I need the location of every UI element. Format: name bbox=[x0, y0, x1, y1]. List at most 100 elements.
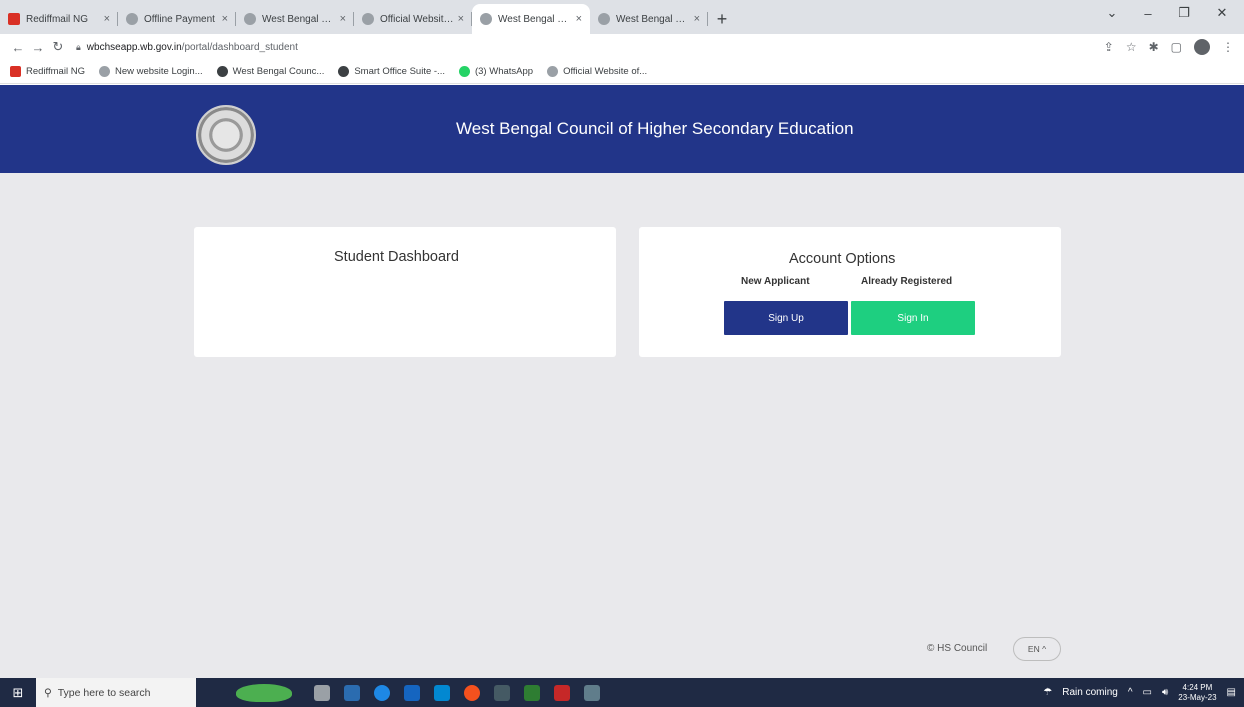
lock-icon: 🔒︎ bbox=[76, 41, 81, 52]
clock-date: 23-May-23 bbox=[1178, 692, 1217, 702]
close-icon[interactable]: × bbox=[694, 13, 700, 25]
file-explorer-icon[interactable] bbox=[344, 684, 360, 701]
language-selector[interactable]: EN ^ bbox=[1013, 637, 1061, 661]
new-applicant-label: New Applicant bbox=[741, 276, 810, 287]
bookmark-west-bengal-council[interactable]: West Bengal Counc... bbox=[216, 66, 324, 77]
header-banner: West Bengal Council of Higher Secondary … bbox=[0, 85, 1244, 173]
notifications-icon[interactable]: ▤ bbox=[1227, 687, 1236, 698]
system-tray: ☂ Rain coming ^ ▭ 🔊︎ 4:24 PM 23-May-23 ▤ bbox=[1043, 678, 1244, 707]
globe-icon bbox=[126, 13, 138, 25]
close-icon[interactable]: × bbox=[340, 13, 346, 25]
network-icon[interactable]: ▭ bbox=[1143, 687, 1152, 698]
globe-icon bbox=[244, 13, 256, 25]
already-registered-label: Already Registered bbox=[861, 276, 953, 287]
windows-taskbar: ⊞ ⚲ Type here to search ☂ Rain coming ^ … bbox=[0, 678, 1244, 707]
url-path: /portal/dashboard_student bbox=[181, 41, 298, 53]
bookmark-label: Official Website of... bbox=[563, 66, 648, 77]
app-icon[interactable] bbox=[494, 684, 510, 701]
bookmark-label: Smart Office Suite -... bbox=[354, 66, 445, 77]
app-icon[interactable] bbox=[584, 684, 600, 701]
profile-avatar[interactable] bbox=[1194, 39, 1210, 55]
banner-title: West Bengal Council of Higher Secondary … bbox=[456, 119, 854, 138]
tab-title: Offline Payment bbox=[144, 13, 215, 25]
reload-icon[interactable]: ↻ bbox=[48, 39, 68, 55]
minimize-icon[interactable]: – bbox=[1130, 0, 1166, 26]
search-icon: ⚲ bbox=[44, 686, 52, 699]
taskbar-clock[interactable]: 4:24 PM 23-May-23 bbox=[1178, 683, 1216, 703]
bookmark-official-website[interactable]: Official Website of... bbox=[547, 66, 647, 77]
web-icon bbox=[216, 66, 228, 77]
new-tab-button[interactable]: + bbox=[708, 4, 736, 34]
bookmark-smart-office[interactable]: Smart Office Suite -... bbox=[338, 66, 445, 77]
weather-icon: ☂ bbox=[1043, 687, 1053, 698]
tab-title: Official Website of West Beng bbox=[380, 13, 454, 25]
tab-rediffmail[interactable]: Rediffmail NG × bbox=[0, 4, 118, 34]
excel-icon[interactable] bbox=[524, 684, 540, 701]
store-icon[interactable] bbox=[404, 684, 420, 701]
bookmark-whatsapp[interactable]: (3) WhatsApp bbox=[458, 66, 534, 77]
weather-text[interactable]: Rain coming bbox=[1062, 687, 1118, 698]
task-view-icon[interactable] bbox=[314, 684, 330, 701]
windows-start-icon[interactable]: ⊞ bbox=[0, 678, 36, 707]
bookmark-rediffmail[interactable]: Rediffmail NG bbox=[10, 66, 85, 77]
volume-icon[interactable]: 🔊︎ bbox=[1162, 687, 1168, 698]
tab-title: West Bengal Council of High bbox=[262, 13, 336, 25]
globe-icon bbox=[98, 66, 110, 77]
taskbar-search-placeholder: Type here to search bbox=[57, 686, 151, 699]
browser-tab-strip: Rediffmail NG × Offline Payment × West B… bbox=[0, 0, 1244, 34]
extensions-icon[interactable]: ✱ bbox=[1149, 40, 1159, 54]
account-options-title: Account Options bbox=[789, 251, 896, 267]
tab-search-icon[interactable]: ⌄ bbox=[1094, 0, 1130, 26]
close-icon[interactable]: × bbox=[104, 13, 110, 25]
tab-wbchse-active[interactable]: West Bengal Council of High × bbox=[472, 4, 590, 34]
tab-title: West Bengal Council of High bbox=[616, 13, 690, 25]
bookmark-label: Rediffmail NG bbox=[26, 66, 85, 77]
close-icon[interactable]: × bbox=[458, 13, 464, 25]
search-highlight-turtle-icon[interactable] bbox=[236, 683, 292, 702]
globe-icon bbox=[362, 13, 374, 25]
tab-official-website[interactable]: Official Website of West Beng × bbox=[354, 4, 472, 34]
page-viewport: West Bengal Council of Higher Secondary … bbox=[0, 85, 1244, 678]
globe-icon bbox=[547, 66, 559, 77]
side-panel-icon[interactable]: ▢ bbox=[1171, 40, 1182, 54]
close-icon[interactable]: × bbox=[222, 13, 228, 25]
tab-title: Rediffmail NG bbox=[26, 13, 89, 25]
bookmark-star-icon[interactable]: ☆ bbox=[1126, 40, 1137, 54]
browser-toolbar: ← → ↻ 🔒︎ wbchseapp.wb.gov.in/portal/dash… bbox=[0, 34, 1244, 60]
window-close-icon[interactable]: ✕ bbox=[1204, 0, 1240, 26]
tray-overflow-icon[interactable]: ^ bbox=[1128, 687, 1133, 698]
taskbar-search[interactable]: ⚲ Type here to search bbox=[36, 678, 196, 707]
web-icon bbox=[338, 66, 350, 77]
bookmark-new-website-login[interactable]: New website Login... bbox=[98, 66, 203, 77]
student-dashboard-title: Student Dashboard bbox=[334, 249, 459, 265]
filezilla-icon[interactable] bbox=[554, 684, 570, 701]
globe-icon bbox=[598, 13, 610, 25]
bookmarks-bar: Rediffmail NG New website Login... West … bbox=[0, 60, 1244, 84]
pinned-apps bbox=[314, 684, 600, 701]
rediffmail-icon bbox=[10, 66, 21, 77]
account-options-card: Account Options New Applicant Already Re… bbox=[639, 227, 1061, 357]
bookmark-label: (3) WhatsApp bbox=[474, 66, 534, 77]
address-bar[interactable]: 🔒︎ wbchseapp.wb.gov.in/portal/dashboard_… bbox=[76, 37, 1136, 57]
sign-in-button[interactable]: Sign In bbox=[851, 301, 975, 335]
tab-wbchse-1[interactable]: West Bengal Council of High × bbox=[236, 4, 354, 34]
clock-time: 4:24 PM bbox=[1182, 682, 1213, 692]
share-icon[interactable]: ⇪ bbox=[1104, 40, 1114, 54]
back-icon[interactable]: ← bbox=[8, 40, 28, 55]
close-icon[interactable]: × bbox=[576, 13, 582, 25]
edge-browser-icon[interactable] bbox=[374, 684, 390, 701]
tab-title: West Bengal Council of High bbox=[498, 13, 572, 25]
chrome-icon[interactable] bbox=[464, 684, 480, 701]
sign-up-button[interactable]: Sign Up bbox=[724, 301, 848, 335]
mail-icon[interactable] bbox=[434, 684, 450, 701]
student-dashboard-card: Student Dashboard bbox=[194, 227, 616, 357]
menu-icon[interactable]: ⋮ bbox=[1222, 40, 1234, 54]
tab-offline-payment[interactable]: Offline Payment × bbox=[118, 4, 236, 34]
rediffmail-icon bbox=[8, 13, 20, 25]
footer-copyright: © HS Council bbox=[927, 643, 988, 654]
tab-wbchse-3[interactable]: West Bengal Council of High × bbox=[590, 4, 708, 34]
council-seal-logo bbox=[196, 105, 256, 165]
forward-icon[interactable]: → bbox=[28, 40, 48, 55]
maximize-icon[interactable]: ❐ bbox=[1166, 0, 1202, 26]
toolbar-actions: ⇪ ☆ ✱ ▢ ⋮ bbox=[1104, 34, 1234, 60]
